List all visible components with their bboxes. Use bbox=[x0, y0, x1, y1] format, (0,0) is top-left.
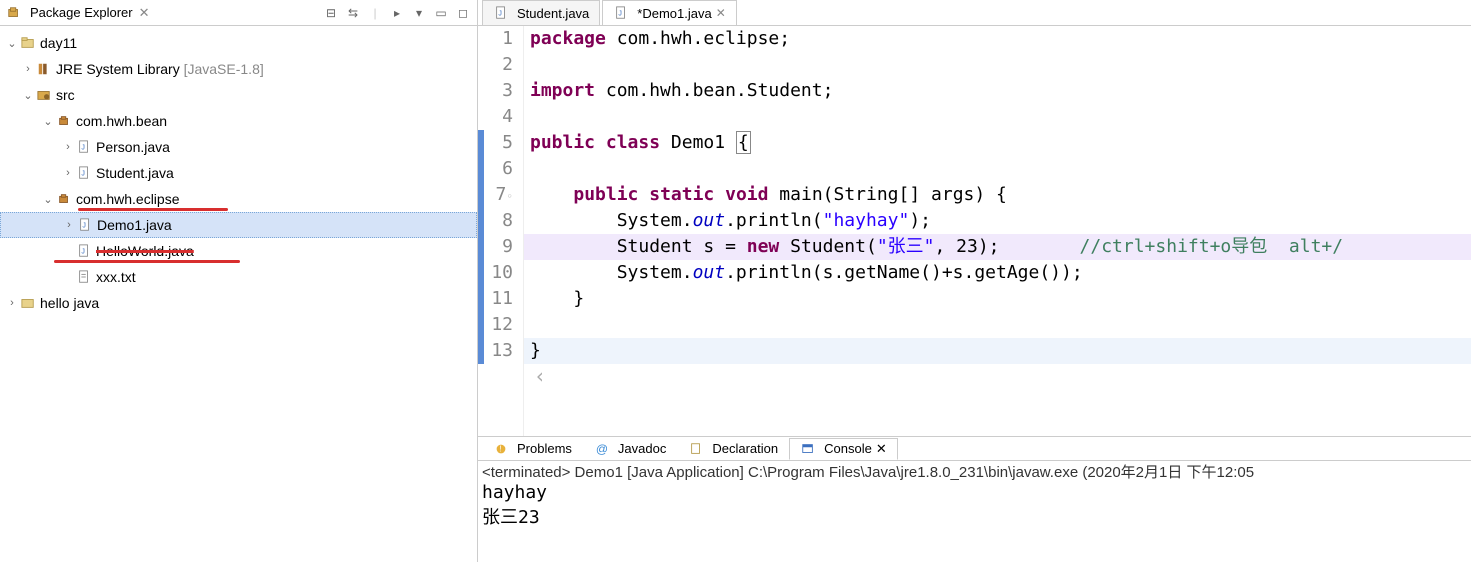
tab-demo1-label: *Demo1.java bbox=[637, 6, 711, 21]
editor-pane: J Student.java J *Demo1.java ✕ 1234 567◦… bbox=[478, 0, 1471, 562]
bottom-tabstrip: ! Problems @ Javadoc Declaration Console… bbox=[478, 437, 1471, 461]
svg-text:J: J bbox=[82, 223, 86, 230]
java-project-icon bbox=[20, 35, 36, 51]
package-icon bbox=[56, 191, 72, 207]
jre-qualifier: [JavaSE-1.8] bbox=[184, 61, 264, 77]
jre-library-node[interactable]: › JRE System Library [JavaSE-1.8] bbox=[0, 56, 477, 82]
horizontal-scrollbar[interactable]: ‹ bbox=[524, 364, 1471, 384]
hello-java-project-node[interactable]: › hello java bbox=[0, 290, 477, 316]
demo1-java-node[interactable]: › J Demo1.java bbox=[0, 212, 477, 238]
tab-console[interactable]: Console ✕ bbox=[789, 438, 898, 460]
java-file-icon: J bbox=[613, 5, 629, 21]
xxx-txt-node[interactable]: › xxx.txt bbox=[0, 264, 477, 290]
package-tree[interactable]: ⌄ day11 › JRE System Library [JavaSE-1.8… bbox=[0, 26, 477, 562]
java-project-icon bbox=[20, 295, 36, 311]
tab-declaration[interactable]: Declaration bbox=[677, 438, 789, 460]
link-editor-icon[interactable]: ⇆ bbox=[345, 5, 361, 21]
close-icon[interactable]: ✕ bbox=[139, 5, 150, 21]
tab-javadoc[interactable]: @ Javadoc bbox=[583, 438, 677, 460]
svg-text:J: J bbox=[81, 249, 85, 256]
code-area[interactable]: package com.hwh.eclipse; import com.hwh.… bbox=[524, 26, 1471, 436]
java-file-icon: J bbox=[77, 217, 93, 233]
close-icon[interactable]: ✕ bbox=[716, 6, 726, 20]
jre-label: JRE System Library bbox=[56, 61, 180, 77]
twisty-expanded-icon[interactable]: ⌄ bbox=[20, 89, 36, 102]
javadoc-icon: @ bbox=[594, 441, 610, 457]
tab-demo1[interactable]: J *Demo1.java ✕ bbox=[602, 0, 737, 25]
line-gutter: 1234 567◦8 910111213 bbox=[478, 26, 524, 436]
twisty-collapsed-icon[interactable]: › bbox=[61, 219, 77, 231]
package-explorer-view: Package Explorer ✕ ⊟ ⇆ | ▸ ▾ ▭ ◻ ⌄ day11… bbox=[0, 0, 478, 562]
package-explorer-icon bbox=[6, 5, 22, 21]
console-output[interactable]: hayhay 张三23 bbox=[478, 482, 1471, 529]
package-eclipse-node[interactable]: ⌄ com.hwh.eclipse bbox=[0, 186, 477, 212]
src-folder-node[interactable]: ⌄ src bbox=[0, 82, 477, 108]
svg-text:J: J bbox=[81, 171, 85, 178]
twisty-collapsed-icon[interactable]: › bbox=[60, 141, 76, 153]
minimize-icon[interactable]: ▭ bbox=[433, 5, 449, 21]
java-file-icon: J bbox=[493, 5, 509, 21]
src-label: src bbox=[56, 87, 75, 103]
twisty-collapsed-icon[interactable]: › bbox=[20, 63, 36, 75]
project-label: day11 bbox=[40, 35, 77, 51]
helloworld-label: HelloWorld.java bbox=[96, 243, 194, 259]
collapse-all-icon[interactable]: ⊟ bbox=[323, 5, 339, 21]
java-file-icon: J bbox=[76, 139, 92, 155]
twisty-expanded-icon[interactable]: ⌄ bbox=[4, 37, 20, 50]
console-status: <terminated> Demo1 [Java Application] C:… bbox=[478, 461, 1471, 482]
person-java-node[interactable]: › J Person.java bbox=[0, 134, 477, 160]
svg-text:J: J bbox=[498, 11, 502, 18]
annotation-underline bbox=[78, 208, 228, 211]
focus-task-icon[interactable]: ▸ bbox=[389, 5, 405, 21]
tab-problems[interactable]: ! Problems bbox=[482, 438, 583, 460]
demo1-label: Demo1.java bbox=[97, 217, 172, 233]
package-eclipse-label: com.hwh.eclipse bbox=[76, 191, 180, 207]
text-file-icon bbox=[76, 269, 92, 285]
explorer-title: Package Explorer bbox=[30, 5, 133, 20]
view-menu-sep: | bbox=[367, 5, 383, 21]
package-icon bbox=[56, 113, 72, 129]
student-label: Student.java bbox=[96, 165, 174, 181]
hello-java-label: hello java bbox=[40, 295, 99, 311]
xxx-label: xxx.txt bbox=[96, 269, 136, 285]
source-folder-icon bbox=[36, 87, 52, 103]
twisty-expanded-icon[interactable]: ⌄ bbox=[40, 115, 56, 128]
svg-text:!: ! bbox=[499, 444, 501, 453]
console-line: 张三23 bbox=[482, 503, 1467, 529]
svg-text:J: J bbox=[619, 11, 623, 18]
package-bean-label: com.hwh.bean bbox=[76, 113, 167, 129]
close-icon[interactable]: ✕ bbox=[876, 441, 887, 457]
java-file-icon: J bbox=[76, 165, 92, 181]
twisty-expanded-icon[interactable]: ⌄ bbox=[40, 193, 56, 206]
twisty-collapsed-icon[interactable]: › bbox=[4, 297, 20, 309]
java-file-icon: J bbox=[76, 243, 92, 259]
tab-student-label: Student.java bbox=[517, 6, 589, 21]
student-java-node[interactable]: › J Student.java bbox=[0, 160, 477, 186]
problems-icon: ! bbox=[493, 441, 509, 457]
editor-tabstrip: J Student.java J *Demo1.java ✕ bbox=[478, 0, 1471, 26]
annotation-underline bbox=[54, 260, 240, 263]
view-menu-icon[interactable]: ▾ bbox=[411, 5, 427, 21]
bottom-panel: ! Problems @ Javadoc Declaration Console… bbox=[478, 436, 1471, 562]
tab-student[interactable]: J Student.java bbox=[482, 0, 600, 25]
explorer-header: Package Explorer ✕ ⊟ ⇆ | ▸ ▾ ▭ ◻ bbox=[0, 0, 477, 26]
console-icon bbox=[800, 441, 816, 457]
code-editor[interactable]: 1234 567◦8 910111213 package com.hwh.ecl… bbox=[478, 26, 1471, 436]
package-bean-node[interactable]: ⌄ com.hwh.bean bbox=[0, 108, 477, 134]
svg-text:J: J bbox=[81, 145, 85, 152]
person-label: Person.java bbox=[96, 139, 170, 155]
range-indicator bbox=[478, 130, 484, 364]
maximize-icon[interactable]: ◻ bbox=[455, 5, 471, 21]
project-node[interactable]: ⌄ day11 bbox=[0, 30, 477, 56]
twisty-collapsed-icon[interactable]: › bbox=[60, 167, 76, 179]
console-line: hayhay bbox=[482, 482, 1467, 503]
declaration-icon bbox=[688, 441, 704, 457]
library-icon bbox=[36, 61, 52, 77]
